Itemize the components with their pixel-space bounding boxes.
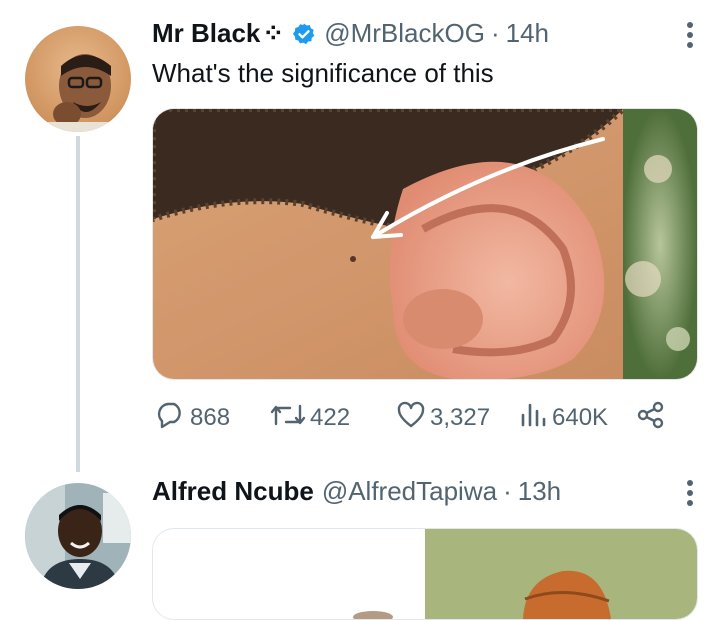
tweet-image[interactable]	[152, 528, 698, 620]
reply-button[interactable]: 868	[156, 401, 270, 436]
share-button[interactable]	[636, 401, 670, 436]
avatar[interactable]	[25, 26, 131, 132]
reply-count: 868	[190, 404, 231, 431]
verified-badge-icon	[292, 22, 316, 46]
author-handle[interactable]: @MrBlackOG	[324, 18, 485, 49]
author-handle[interactable]: @AlfredTapiwa	[322, 476, 497, 507]
views-button[interactable]: 640K	[518, 401, 636, 436]
separator: ·	[490, 18, 500, 48]
author-name[interactable]: Alfred Ncube	[152, 476, 314, 507]
views-icon	[518, 401, 552, 436]
timestamp[interactable]: 13h	[518, 476, 561, 507]
avatar[interactable]	[25, 483, 131, 589]
tweet-header: Mr Black ⁘ @MrBlackOG · 14h	[152, 18, 549, 49]
tweet-header: Alfred Ncube @AlfredTapiwa · 13h	[152, 476, 561, 507]
like-button[interactable]: 3,327	[396, 401, 518, 436]
like-icon	[396, 401, 430, 436]
tweet-text: What's the significance of this	[152, 58, 494, 88]
name-symbol: ⁘	[262, 18, 285, 48]
like-count: 3,327	[430, 404, 491, 431]
separator: ·	[503, 476, 512, 506]
retweet-count: 422	[310, 404, 351, 431]
tweet-image[interactable]	[152, 108, 698, 380]
timestamp[interactable]: 14h	[506, 18, 549, 49]
thread-line	[76, 136, 80, 472]
more-icon[interactable]	[686, 20, 694, 50]
retweet-button[interactable]: 422	[270, 402, 396, 435]
views-count: 640K	[552, 404, 609, 431]
author-name[interactable]: Mr Black	[152, 18, 260, 49]
share-icon	[636, 401, 670, 436]
retweet-icon	[270, 402, 310, 435]
reply-icon	[156, 401, 190, 436]
tweet-actions: 868 422 3,327 640K	[156, 398, 676, 438]
more-icon[interactable]	[686, 478, 694, 508]
